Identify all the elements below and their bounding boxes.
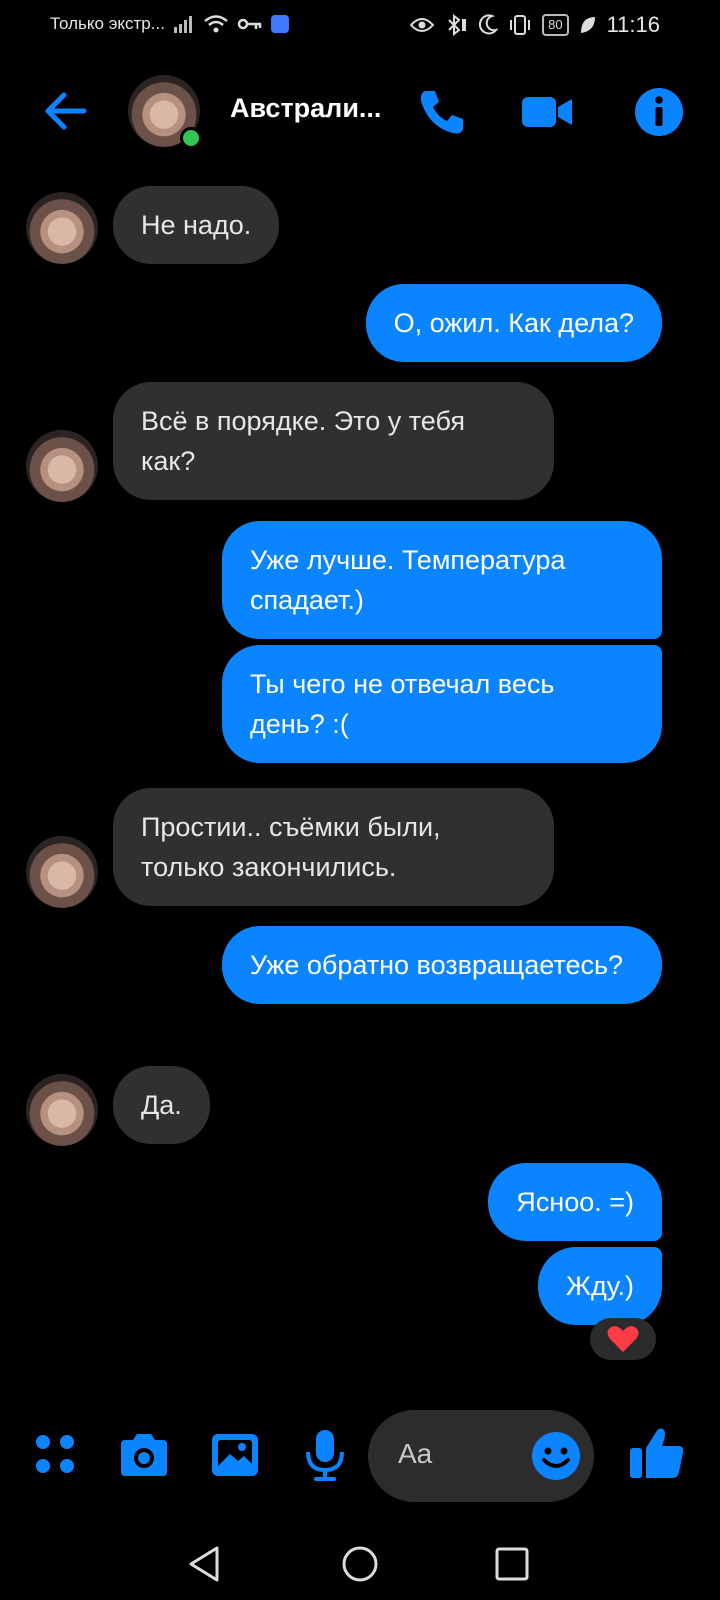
eye-icon bbox=[410, 18, 435, 32]
contact-name[interactable]: Австрали... bbox=[230, 93, 381, 124]
wifi-icon bbox=[204, 15, 228, 33]
chat-header: Австрали... bbox=[0, 65, 720, 155]
video-call-icon[interactable] bbox=[520, 85, 574, 139]
message-incoming[interactable]: Всё в порядке. Это у тебя как? bbox=[113, 382, 554, 500]
emoji-icon[interactable] bbox=[530, 1430, 582, 1482]
message-input[interactable]: Aa bbox=[368, 1410, 594, 1502]
key-icon bbox=[237, 18, 262, 30]
nav-recent-apps-icon[interactable] bbox=[492, 1544, 532, 1584]
heart-reaction[interactable] bbox=[590, 1318, 656, 1360]
back-arrow-icon[interactable] bbox=[40, 85, 92, 137]
message-input-placeholder: Aa bbox=[398, 1438, 433, 1469]
phone-call-icon[interactable] bbox=[415, 85, 469, 139]
info-icon[interactable] bbox=[632, 85, 686, 139]
sender-avatar[interactable] bbox=[26, 192, 98, 264]
battery-indicator: 80 bbox=[542, 14, 569, 36]
clock: 11:16 bbox=[606, 12, 660, 37]
message-incoming[interactable]: Не надо. bbox=[113, 186, 280, 264]
thumbs-up-icon[interactable] bbox=[628, 1424, 686, 1482]
message-outgoing[interactable]: Ты чего не отвечал весь день? :( bbox=[222, 645, 662, 763]
message-outgoing[interactable]: О, ожил. Как дела? bbox=[365, 284, 662, 362]
status-right: 80 11:16 bbox=[410, 12, 660, 38]
heart-icon bbox=[607, 1326, 639, 1352]
vibrate-icon bbox=[510, 15, 531, 35]
message-outgoing[interactable]: Жду.) bbox=[538, 1247, 662, 1325]
message-outgoing[interactable]: Ясноо. =) bbox=[488, 1163, 662, 1241]
sender-avatar[interactable] bbox=[26, 1074, 98, 1146]
status-left: Только экстр... bbox=[50, 14, 289, 34]
gallery-icon[interactable] bbox=[208, 1428, 262, 1482]
signal-icon bbox=[173, 16, 192, 33]
moon-icon bbox=[479, 14, 499, 35]
system-nav-bar bbox=[0, 1520, 720, 1600]
nav-back-icon[interactable] bbox=[185, 1544, 225, 1584]
online-indicator bbox=[180, 127, 202, 149]
sender-avatar[interactable] bbox=[26, 430, 98, 502]
more-actions-icon[interactable] bbox=[30, 1428, 84, 1482]
message-incoming[interactable]: Да. bbox=[113, 1066, 210, 1144]
status-bar: Только экстр... 80 11:16 bbox=[0, 0, 720, 50]
leaf-icon bbox=[580, 17, 595, 33]
camera-icon[interactable] bbox=[117, 1428, 171, 1482]
carrier-text: Только экстр... bbox=[50, 14, 165, 33]
message-outgoing[interactable]: Уже лучше. Температура спадает.) bbox=[222, 521, 662, 639]
app-notification-icon bbox=[270, 15, 289, 33]
sender-avatar[interactable] bbox=[26, 836, 98, 908]
composer-bar: Aa bbox=[0, 1410, 720, 1510]
microphone-icon[interactable] bbox=[298, 1428, 352, 1482]
bluetooth-vibrate-icon bbox=[448, 14, 467, 36]
message-outgoing[interactable]: Уже обратно возвращаетесь? bbox=[222, 926, 662, 1004]
message-incoming[interactable]: Простии.. съёмки были, только закончилис… bbox=[113, 788, 554, 906]
nav-home-icon[interactable] bbox=[340, 1544, 380, 1584]
